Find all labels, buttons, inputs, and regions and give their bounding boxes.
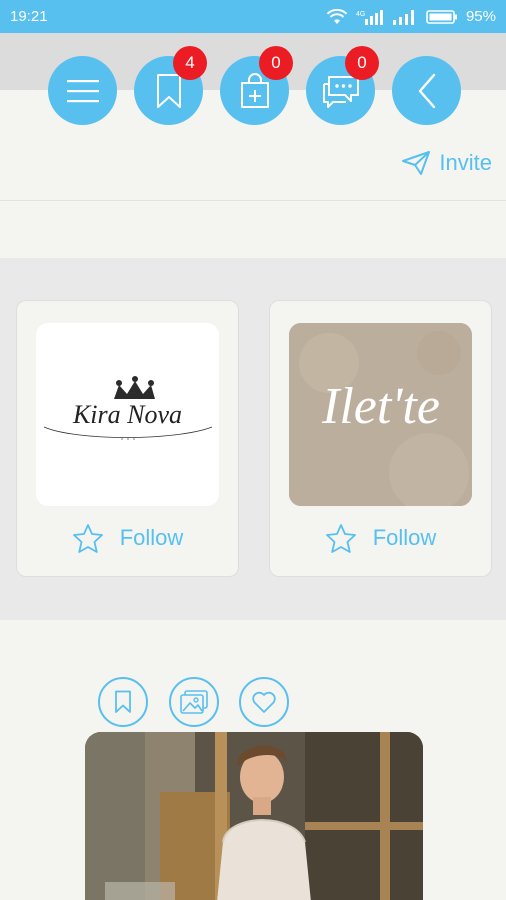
network-type: 4G	[356, 11, 365, 18]
battery-level: 95%	[465, 8, 496, 25]
signal-icon-2	[392, 9, 414, 25]
ilette-wordmark: Ilet'te	[321, 378, 440, 435]
save-post-button[interactable]	[98, 677, 148, 727]
chevron-left-icon	[418, 73, 435, 108]
hamburger-icon	[66, 79, 99, 102]
status-icons: 4G 95%	[326, 8, 496, 26]
signal-icon: 4G	[356, 9, 383, 25]
messages-count-badge: 0	[345, 46, 379, 80]
cart-button[interactable]: 0	[220, 46, 293, 125]
messages-button[interactable]: 0	[306, 46, 379, 125]
invite-button[interactable]: Invite	[401, 150, 492, 176]
gallery-button[interactable]	[169, 677, 219, 727]
paper-plane-icon	[402, 151, 431, 175]
wifi-icon	[326, 8, 348, 24]
top-navigation: 4 0 0	[0, 46, 506, 126]
battery-icon	[426, 9, 457, 24]
cart-count-badge: 0	[259, 46, 293, 80]
status-time: 19:21	[10, 8, 48, 25]
bookmarks-count-badge: 4	[173, 46, 207, 80]
like-button[interactable]	[239, 677, 289, 727]
divider	[0, 200, 506, 201]
bookmark-icon	[156, 73, 181, 108]
bookmarks-button[interactable]: 4	[134, 46, 207, 125]
ilette-logo: Ilet'te	[289, 323, 472, 506]
gallery-icon	[180, 690, 208, 714]
follow-label: Follow	[119, 525, 184, 550]
status-bar: 19:21 4G 95%	[0, 0, 506, 33]
brand-card-ilette[interactable]: Ilet'te Follow	[269, 300, 492, 577]
post-photo[interactable]	[85, 732, 423, 900]
heart-icon	[252, 691, 276, 713]
brand-logo-kira-nova[interactable]: Kira Nova	[36, 323, 219, 506]
star-icon	[325, 524, 356, 553]
dress-photo	[85, 732, 423, 900]
star-icon	[72, 524, 103, 553]
invite-label: Invite	[439, 150, 492, 175]
follow-button-kira-nova[interactable]: Follow	[17, 523, 238, 553]
bookmark-icon	[115, 690, 131, 713]
back-button[interactable]	[392, 56, 461, 125]
kira-nova-logo: Kira Nova	[43, 376, 213, 440]
brand-logo-ilette[interactable]: Ilet'te	[289, 323, 472, 506]
follow-button-ilette[interactable]: Follow	[270, 523, 491, 553]
kira-nova-wordmark: Kira Nova	[72, 400, 182, 429]
menu-button[interactable]	[48, 56, 117, 125]
follow-label: Follow	[372, 525, 437, 550]
brand-card-kira-nova[interactable]: Kira Nova Follow	[16, 300, 239, 577]
